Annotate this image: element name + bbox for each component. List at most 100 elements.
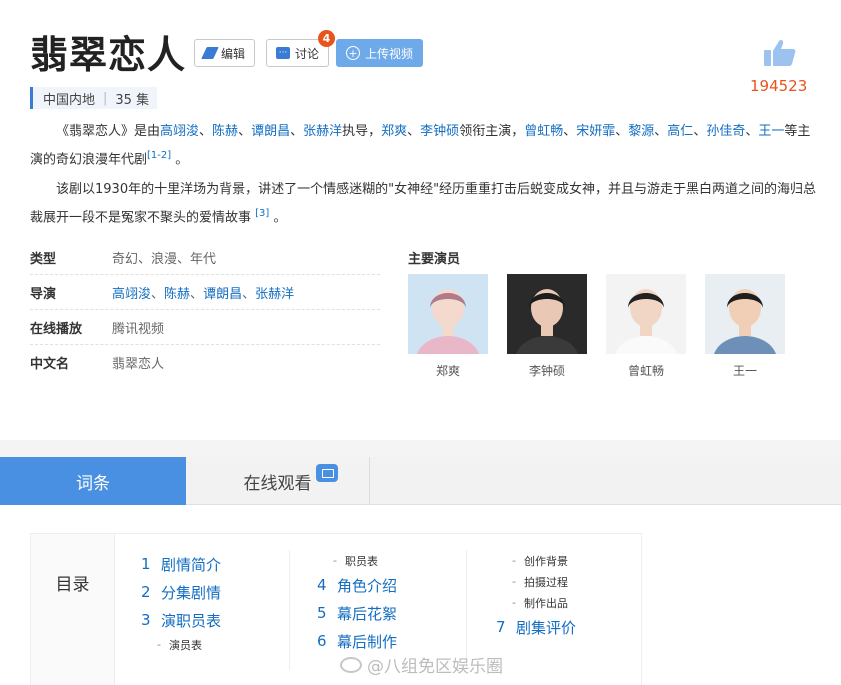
summary: 《翡翠恋人》是由高翊浚、陈赫、谭朗昌、张赫洋执导，郑爽、李钟硕领衔主演，曾虹畅、…	[30, 120, 820, 237]
tab-bar: 词条 在线观看	[0, 457, 841, 505]
toc-column: 职员表 4 角色介绍 5 幕后花絮 6 幕后制作	[317, 550, 397, 655]
summary-end: 。	[171, 152, 189, 168]
cast-name[interactable]: 王一	[705, 362, 785, 379]
info-row: 在线播放 腾讯视频	[30, 310, 380, 345]
cast-member[interactable]: 李钟硕	[507, 274, 587, 379]
toc-item[interactable]: 4 角色介绍	[317, 571, 397, 599]
toc-number: 4	[317, 576, 327, 594]
actor-link[interactable]: 孙佳奇	[706, 124, 745, 139]
info-key: 在线播放	[30, 321, 83, 337]
entry-meta: 中国内地 | 35 集	[30, 87, 158, 109]
toc-subitem[interactable]: 拍摄过程	[496, 571, 576, 592]
tv-icon	[316, 464, 338, 482]
summary-paragraph-2: 该剧以1930年的十里洋场为背景，讲述了一个情感迷糊的"女神经"经历重重打击后蜕…	[30, 178, 820, 230]
director-link[interactable]: 高翊浚	[112, 287, 151, 302]
toc-item[interactable]: 1 剧情简介	[141, 550, 221, 578]
basic-info-table: 类型 奇幻、浪漫、年代 导演 高翊浚、陈赫、谭朗昌、张赫洋 在线播放 腾讯视频 中文名 翡翠恋…	[30, 240, 380, 380]
director-link[interactable]: 谭朗昌	[203, 287, 242, 302]
cast-photo[interactable]	[705, 274, 785, 354]
separator: 、	[190, 286, 204, 302]
entry-header: 翡翠恋人 编辑 ··· 讨论 4 + 上传视频 194523 中国内地 | 35…	[0, 0, 841, 440]
separator: 、	[654, 124, 668, 139]
edit-button[interactable]: 编辑	[194, 39, 256, 67]
actor-link[interactable]: 高仁	[667, 124, 693, 139]
actor-link[interactable]: 宋妍霏	[576, 124, 615, 139]
toc-subitem[interactable]: 制作出品	[496, 592, 576, 613]
info-key: 中文名	[30, 357, 70, 372]
toc-subitem[interactable]: 职员表	[317, 550, 397, 571]
director-link[interactable]: 张赫洋	[255, 287, 294, 302]
section-gap	[0, 440, 841, 457]
cast-name[interactable]: 李钟硕	[507, 362, 587, 379]
cast-name[interactable]: 曾虹畅	[606, 362, 686, 379]
upload-video-label: 上传视频	[365, 46, 414, 61]
director-link[interactable]: 陈赫	[164, 287, 190, 302]
cast-name[interactable]: 郑爽	[408, 362, 488, 379]
actor-link[interactable]: 郑爽	[381, 124, 407, 139]
director-link[interactable]: 张赫洋	[303, 124, 342, 139]
upload-video-button[interactable]: + 上传视频	[336, 39, 424, 67]
info-value: 奇幻、浪漫、年代	[112, 251, 217, 267]
separator: 、	[693, 124, 707, 139]
cast-member[interactable]: 王一	[705, 274, 785, 379]
cast-list: 郑爽 李钟硕 曾虹畅 王一	[408, 274, 785, 379]
cast-photo[interactable]	[606, 274, 686, 354]
info-value: 高翊浚、陈赫、谭朗昌、张赫洋	[112, 283, 294, 302]
table-of-contents: 目录 1 剧情简介 2 分集剧情 3 演职员表演员表 职员表 4 角色介绍 5 幕后花絮 6 幕后制作…	[30, 533, 642, 685]
actor-link[interactable]: 王一	[758, 124, 784, 139]
toc-item-label: 剧集评价	[516, 618, 577, 637]
toc-subitem[interactable]: 演员表	[141, 634, 221, 655]
separator: 、	[290, 124, 304, 139]
toc-subitem[interactable]: 创作背景	[496, 550, 576, 571]
cast-photo[interactable]	[507, 274, 587, 354]
like-button[interactable]	[752, 38, 808, 68]
director-link[interactable]: 高翊浚	[160, 124, 199, 139]
separator: 、	[238, 124, 252, 139]
cast-member[interactable]: 郑爽	[408, 274, 488, 379]
tab-watch-online[interactable]: 在线观看	[186, 457, 370, 505]
toc-item[interactable]: 6 幕后制作	[317, 627, 397, 655]
reference-link[interactable]: [3]	[255, 208, 269, 219]
summary-text: 执导，	[342, 124, 382, 139]
info-row: 中文名 翡翠恋人	[30, 345, 380, 380]
like-count: 194523	[750, 77, 808, 95]
actor-link[interactable]: 黎源	[628, 124, 654, 139]
toc-number: 2	[141, 583, 151, 601]
plus-icon: +	[346, 46, 360, 60]
toc-item[interactable]: 5 幕后花絮	[317, 599, 397, 627]
summary-text: 该剧以1930年的十里洋场为背景，讲述了一个情感迷糊的"女神经"经历重重打击后蜕…	[30, 182, 817, 226]
pencil-icon	[201, 47, 219, 59]
watermark-text: @八组免区娱乐圈	[367, 657, 503, 677]
separator: 、	[615, 124, 629, 139]
info-value: 翡翠恋人	[112, 357, 165, 372]
discuss-count-badge: 4	[318, 30, 335, 47]
tab-entry[interactable]: 词条	[0, 457, 186, 505]
summary-text: 《翡翠恋人》是由	[56, 124, 161, 139]
toc-item[interactable]: 7 剧集评价	[496, 613, 576, 641]
info-key: 导演	[30, 286, 57, 302]
summary-text: 领衔主演，	[459, 124, 525, 139]
director-link[interactable]: 陈赫	[212, 124, 238, 139]
director-link[interactable]: 谭朗昌	[251, 124, 290, 139]
page-title: 翡翠恋人	[30, 33, 187, 77]
toc-divider	[289, 550, 290, 670]
toc-item-label: 角色介绍	[337, 576, 398, 595]
reference-link[interactable]: [1-2]	[147, 150, 171, 161]
episode-count: 35 集	[115, 92, 150, 108]
toc-number: 3	[141, 611, 151, 629]
toc-item[interactable]: 3 演职员表	[141, 606, 221, 634]
separator: 、	[563, 124, 577, 139]
discuss-button-label: 讨论	[295, 46, 320, 61]
info-row: 导演 高翊浚、陈赫、谭朗昌、张赫洋	[30, 275, 380, 310]
cast-photo[interactable]	[408, 274, 488, 354]
info-row: 类型 奇幻、浪漫、年代	[30, 240, 380, 275]
toc-column: 1 剧情简介 2 分集剧情 3 演职员表演员表	[141, 550, 221, 655]
separator: 、	[151, 286, 165, 302]
toc-item[interactable]: 2 分集剧情	[141, 578, 221, 606]
actor-link[interactable]: 李钟硕	[420, 124, 459, 139]
toc-item-label: 分集剧情	[161, 583, 222, 602]
cast-member[interactable]: 曾虹畅	[606, 274, 686, 379]
actor-link[interactable]: 曾虹畅	[524, 124, 563, 139]
toc-number: 7	[496, 618, 506, 636]
edit-button-label: 编辑	[221, 46, 246, 61]
